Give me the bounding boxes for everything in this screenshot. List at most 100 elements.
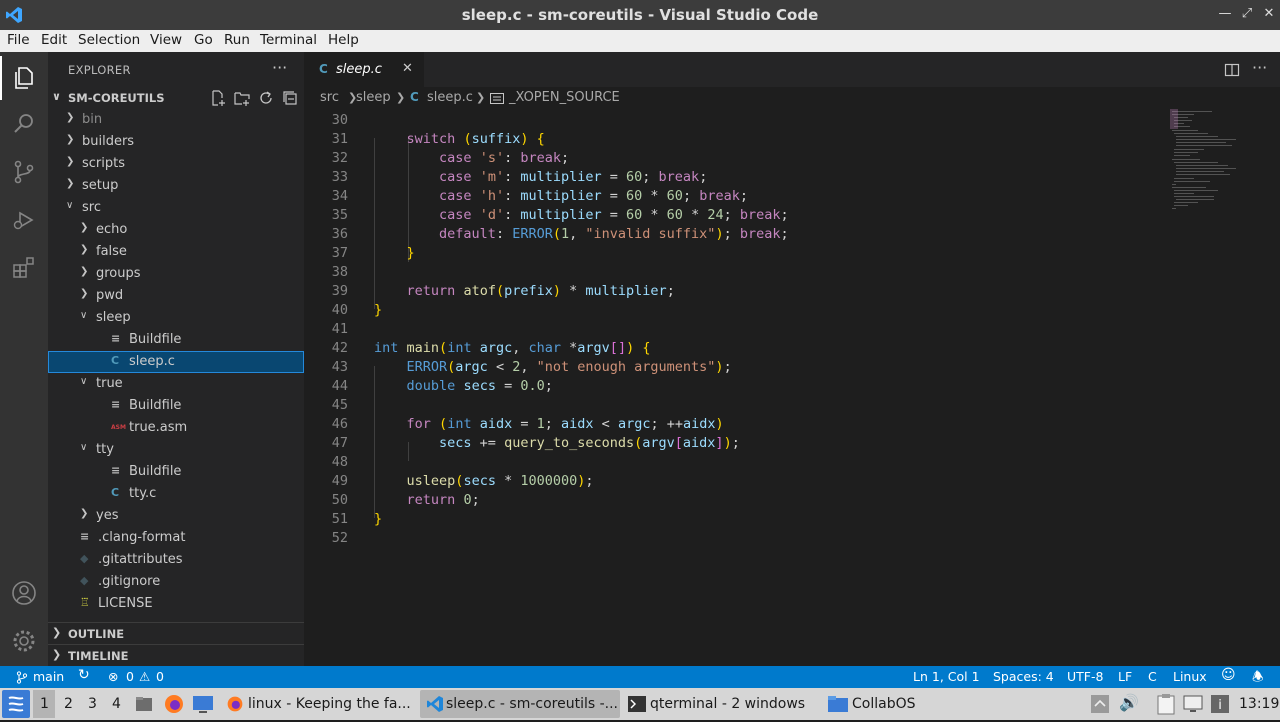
- clock[interactable]: 13:19: [1239, 696, 1279, 712]
- cursor-position[interactable]: Ln 1, Col 1: [913, 669, 980, 684]
- breadcrumb-sleep[interactable]: sleep: [356, 90, 391, 105]
- extensions-icon[interactable]: [10, 254, 38, 282]
- tree-file[interactable]: ≡ Buildfile: [48, 329, 304, 351]
- volume-icon[interactable]: 🔊: [1119, 693, 1139, 712]
- new-folder-icon[interactable]: [234, 90, 250, 106]
- platform[interactable]: Linux: [1173, 669, 1207, 684]
- menu-selection[interactable]: Selection: [78, 32, 140, 48]
- task-collabos[interactable]: CollabOS: [826, 690, 946, 718]
- tree-folder[interactable]: ❯ setup: [48, 175, 304, 197]
- tree-file[interactable]: ≡ .clang-format: [48, 527, 304, 549]
- tree-file[interactable]: ASM true.asm: [48, 417, 304, 439]
- tree-folder[interactable]: ❯ yes: [48, 505, 304, 527]
- breadcrumb-symbol[interactable]: _XOPEN_SOURCE: [509, 90, 620, 105]
- clipboard-icon[interactable]: [1156, 693, 1176, 715]
- network-icon[interactable]: [1183, 694, 1203, 714]
- tree-item-label: setup: [82, 178, 119, 193]
- tab-sleep-c[interactable]: C sleep.c ✕: [304, 52, 424, 87]
- tree-item-label: Buildfile: [129, 332, 182, 347]
- task-qterminal[interactable]: qterminal - 2 windows: [624, 690, 814, 718]
- notifications-bell-icon[interactable]: 🕭: [1252, 668, 1264, 690]
- sync-icon[interactable]: ↻: [78, 667, 90, 683]
- source-control-icon[interactable]: [10, 158, 38, 186]
- menu-help[interactable]: Help: [328, 32, 359, 48]
- tree-file[interactable]: ◆ .gitignore: [48, 571, 304, 593]
- encoding[interactable]: UTF-8: [1067, 669, 1103, 684]
- feedback-icon[interactable]: ☺: [1221, 667, 1236, 683]
- tree-folder[interactable]: ❯ bin: [48, 109, 304, 131]
- menu-go[interactable]: Go: [194, 32, 213, 48]
- close-window-icon[interactable]: ✕: [1261, 6, 1277, 22]
- split-editor-icon[interactable]: [1224, 62, 1240, 78]
- tree-folder[interactable]: ∨ src: [48, 197, 304, 219]
- menu-file[interactable]: File: [7, 32, 30, 48]
- workspace-4[interactable]: 4: [112, 696, 121, 712]
- task-vscode[interactable]: sleep.c - sm-coreutils -...: [420, 690, 620, 718]
- tree-folder[interactable]: ∨ tty: [48, 439, 304, 461]
- tree-folder[interactable]: ❯ false: [48, 241, 304, 263]
- menu-view[interactable]: View: [150, 32, 182, 48]
- minimap[interactable]: [1170, 109, 1266, 219]
- tree-file[interactable]: ♖ LICENSE: [48, 593, 304, 615]
- menu-terminal[interactable]: Terminal: [260, 32, 317, 48]
- search-icon[interactable]: [10, 110, 38, 138]
- desktop-icon[interactable]: [192, 694, 214, 714]
- run-debug-icon[interactable]: [10, 206, 38, 234]
- firefox-icon[interactable]: [163, 693, 185, 715]
- tree-folder[interactable]: ❯ echo: [48, 219, 304, 241]
- accounts-icon[interactable]: [10, 579, 38, 607]
- more-actions-icon[interactable]: ···: [272, 58, 287, 77]
- menu-edit[interactable]: Edit: [41, 32, 67, 48]
- settings-gear-icon[interactable]: [10, 627, 38, 655]
- breadcrumb-file[interactable]: sleep.c: [427, 90, 473, 105]
- minimize-icon[interactable]: —: [1217, 6, 1233, 22]
- code-editor[interactable]: 30 31 switch (suffix) {32 case 's': break…: [304, 109, 1280, 666]
- editor-more-actions-icon[interactable]: ···: [1252, 58, 1267, 77]
- refresh-icon[interactable]: [258, 90, 274, 106]
- maximize-icon[interactable]: ⤢: [1239, 6, 1255, 22]
- file-manager-icon[interactable]: [134, 694, 154, 714]
- timeline-section-header[interactable]: ❯ TIMELINE: [48, 644, 304, 666]
- tree-item-label: Buildfile: [129, 464, 182, 479]
- language-mode[interactable]: C: [1148, 669, 1157, 684]
- error-count[interactable]: 0: [126, 669, 134, 684]
- close-tab-icon[interactable]: ✕: [402, 61, 413, 76]
- explorer-icon[interactable]: [10, 64, 38, 92]
- start-menu-icon[interactable]: [2, 690, 30, 718]
- new-file-icon[interactable]: [210, 90, 226, 106]
- collapse-all-icon[interactable]: [282, 90, 298, 106]
- outline-section-header[interactable]: ❯ OUTLINE: [48, 622, 304, 644]
- workspace-3[interactable]: 3: [88, 696, 97, 712]
- breadcrumb-src[interactable]: src: [320, 90, 339, 105]
- task-firefox[interactable]: linux - Keeping the fa...: [222, 690, 414, 718]
- chevron-right-icon: ❯: [80, 222, 89, 233]
- tree-item-label: bin: [82, 112, 103, 127]
- line-number: 38: [331, 264, 348, 280]
- menu-run[interactable]: Run: [224, 32, 250, 48]
- tree-item-label: .gitattributes: [98, 552, 183, 567]
- c-file-icon: C: [319, 62, 328, 76]
- tree-folder[interactable]: ∨ true: [48, 373, 304, 395]
- code-text: return 0;: [406, 492, 480, 508]
- tray-expand-icon[interactable]: [1090, 694, 1110, 714]
- tree-file[interactable]: Csleep.c: [48, 351, 304, 373]
- tree-folder[interactable]: ❯ builders: [48, 131, 304, 153]
- workspace-2[interactable]: 2: [64, 696, 73, 712]
- tree-item-label: groups: [96, 266, 141, 281]
- code-text: int main(int argc, char *argv[]) {: [374, 340, 651, 356]
- tree-file[interactable]: ≡ Buildfile: [48, 461, 304, 483]
- indentation[interactable]: Spaces: 4: [993, 669, 1054, 684]
- end-of-line[interactable]: LF: [1118, 669, 1132, 684]
- tree-file[interactable]: Ctty.c: [48, 483, 304, 505]
- warning-count[interactable]: 0: [156, 669, 164, 684]
- workspace-1[interactable]: 1: [40, 696, 49, 712]
- tree-folder[interactable]: ❯ pwd: [48, 285, 304, 307]
- update-notifier-icon[interactable]: i: [1210, 694, 1230, 714]
- code-text: switch (suffix) {: [406, 131, 545, 147]
- tree-file[interactable]: ◆ .gitattributes: [48, 549, 304, 571]
- tree-file[interactable]: ≡ Buildfile: [48, 395, 304, 417]
- branch-name[interactable]: main: [33, 669, 64, 684]
- tree-folder[interactable]: ❯ scripts: [48, 153, 304, 175]
- tree-folder[interactable]: ❯ groups: [48, 263, 304, 285]
- tree-folder[interactable]: ∨ sleep: [48, 307, 304, 329]
